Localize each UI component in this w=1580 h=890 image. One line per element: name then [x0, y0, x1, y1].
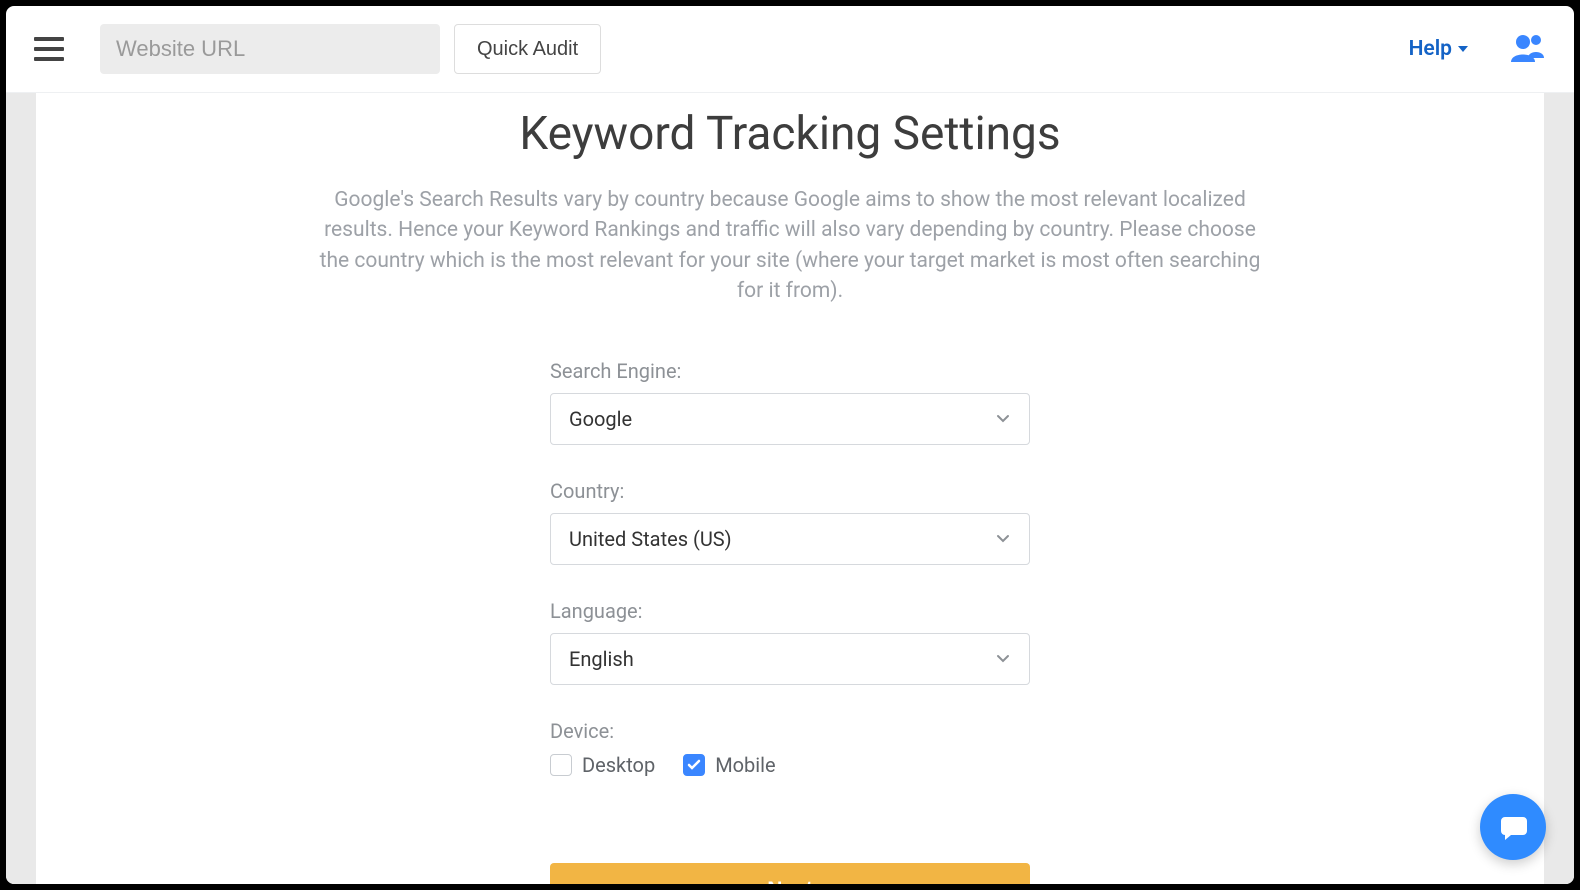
- caret-down-icon: [1458, 46, 1468, 52]
- search-engine-value: Google: [569, 407, 632, 431]
- right-gutter: [1544, 93, 1574, 884]
- search-engine-group: Search Engine: Google: [550, 359, 1030, 445]
- help-label: Help: [1409, 37, 1452, 61]
- language-select[interactable]: English: [550, 633, 1030, 685]
- settings-form: Search Engine: Google Country: United St…: [550, 359, 1030, 884]
- chevron-down-icon: [995, 527, 1011, 551]
- device-label: Device:: [550, 719, 1030, 743]
- chevron-down-icon: [995, 647, 1011, 671]
- country-label: Country:: [550, 479, 1030, 503]
- next-button[interactable]: Next: [550, 863, 1030, 884]
- device-group: Device: Desktop Mobile: [550, 719, 1030, 777]
- desktop-checkbox-label: Desktop: [582, 753, 655, 777]
- page-description: Google's Search Results vary by country …: [310, 185, 1270, 307]
- country-group: Country: United States (US): [550, 479, 1030, 565]
- left-gutter: [6, 93, 36, 884]
- mobile-checkbox-label: Mobile: [715, 753, 775, 777]
- desktop-checkbox[interactable]: [550, 754, 572, 776]
- topbar: Quick Audit Help: [6, 6, 1574, 93]
- language-group: Language: English: [550, 599, 1030, 685]
- country-value: United States (US): [569, 527, 732, 551]
- account-icon[interactable]: [1510, 32, 1546, 66]
- language-value: English: [569, 647, 634, 671]
- page-title: Keyword Tracking Settings: [95, 107, 1485, 161]
- chat-widget-button[interactable]: [1480, 794, 1546, 860]
- settings-panel: Keyword Tracking Settings Google's Searc…: [35, 93, 1545, 884]
- mobile-checkbox[interactable]: [683, 754, 705, 776]
- language-label: Language:: [550, 599, 1030, 623]
- search-engine-label: Search Engine:: [550, 359, 1030, 383]
- quick-audit-button[interactable]: Quick Audit: [454, 24, 601, 74]
- content-area: Keyword Tracking Settings Google's Searc…: [6, 93, 1574, 884]
- search-engine-select[interactable]: Google: [550, 393, 1030, 445]
- help-dropdown[interactable]: Help: [1409, 37, 1468, 61]
- chevron-down-icon: [995, 407, 1011, 431]
- country-select[interactable]: United States (US): [550, 513, 1030, 565]
- website-url-input[interactable]: [100, 24, 440, 74]
- menu-icon[interactable]: [34, 37, 64, 61]
